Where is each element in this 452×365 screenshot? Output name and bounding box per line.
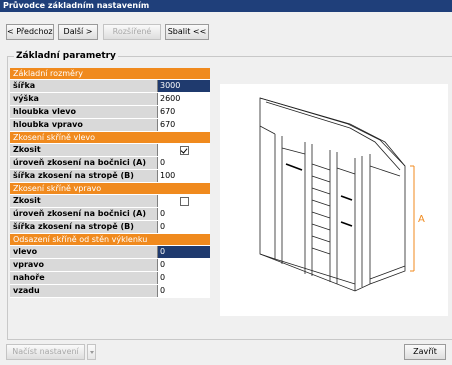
row-label: Zkosit: [10, 144, 158, 156]
grid-row-left-bevel-enable[interactable]: Zkosit: [10, 144, 210, 157]
section-header-niche-offsets: Odsazení skříně od stěn výklenku: [10, 234, 210, 246]
offset-back-value[interactable]: 0: [158, 285, 210, 297]
collapse-button[interactable]: Sbalit <<: [165, 24, 209, 40]
dimension-a-label: A: [418, 214, 425, 225]
row-label: šířka: [10, 80, 158, 92]
next-button[interactable]: Další >: [58, 24, 98, 40]
row-label: vzadu: [10, 285, 158, 297]
property-grid: Základní rozměry šířka 3000 výška 2600 h…: [10, 68, 210, 298]
row-label: hloubka vlevo: [10, 106, 158, 118]
previous-button[interactable]: < Předchozí: [6, 24, 54, 40]
close-button[interactable]: Zavřít: [404, 344, 446, 360]
left-bevel-cell[interactable]: [158, 144, 210, 156]
advanced-button[interactable]: Rozšířené: [103, 24, 161, 40]
offset-left-value[interactable]: 0: [158, 246, 210, 258]
row-label: vlevo: [10, 246, 158, 258]
window-title: Průvodce základním nastavením: [0, 0, 452, 12]
toolbar: < Předchozí Další > Rozšířené Sbalit <<: [0, 24, 452, 40]
load-settings-dropdown-icon[interactable]: [87, 344, 96, 360]
width-value[interactable]: 3000: [158, 80, 210, 92]
left-bevel-ceiling-value[interactable]: 100: [158, 170, 210, 182]
grid-row-right-bevel-enable[interactable]: Zkosit: [10, 195, 210, 208]
row-label: výška: [10, 93, 158, 105]
grid-row-offset-back[interactable]: vzadu 0: [10, 285, 210, 298]
left-bevel-side-value[interactable]: 0: [158, 157, 210, 169]
grid-row-depth-right[interactable]: hloubka vpravo 670: [10, 119, 210, 132]
grid-row-left-bevel-side[interactable]: úroveň zkosení na bočnici (A) 0: [10, 157, 210, 170]
right-bevel-cell[interactable]: [158, 195, 210, 207]
grid-row-right-bevel-ceiling[interactable]: šířka zkosení na stropě (B) 0: [10, 221, 210, 234]
right-bevel-side-value[interactable]: 0: [158, 208, 210, 220]
wardrobe-drawing: A: [259, 97, 425, 292]
row-label: šířka zkosení na stropě (B): [10, 221, 158, 233]
section-header-basic-dimensions: Základní rozměry: [10, 68, 210, 80]
grid-row-depth-left[interactable]: hloubka vlevo 670: [10, 106, 210, 119]
right-bevel-ceiling-value[interactable]: 0: [158, 221, 210, 233]
row-label: vpravo: [10, 259, 158, 271]
grid-row-left-bevel-ceiling[interactable]: šířka zkosení na stropě (B) 100: [10, 170, 210, 183]
right-bevel-checkbox[interactable]: [180, 197, 189, 206]
section-header-left-bevel: Zkosení skříně vlevo: [10, 132, 210, 144]
grid-row-offset-left[interactable]: vlevo 0: [10, 246, 210, 259]
height-value[interactable]: 2600: [158, 93, 210, 105]
wardrobe-preview: A: [220, 84, 448, 316]
grid-row-right-bevel-side[interactable]: úroveň zkosení na bočnici (A) 0: [10, 208, 210, 221]
load-settings-button[interactable]: Načíst nastavení: [6, 344, 85, 360]
grid-row-offset-top[interactable]: nahoře 0: [10, 272, 210, 285]
offset-top-value[interactable]: 0: [158, 272, 210, 284]
section-header-right-bevel: Zkosení skříně vpravo: [10, 183, 210, 195]
row-label: Zkosit: [10, 195, 158, 207]
row-label: šířka zkosení na stropě (B): [10, 170, 158, 182]
grid-row-height[interactable]: výška 2600: [10, 93, 210, 106]
depth-left-value[interactable]: 670: [158, 106, 210, 118]
left-bevel-checkbox[interactable]: [180, 146, 189, 155]
row-label: úroveň zkosení na bočnici (A): [10, 208, 158, 220]
offset-right-value[interactable]: 0: [158, 259, 210, 271]
grid-row-width[interactable]: šířka 3000: [10, 80, 210, 93]
row-label: úroveň zkosení na bočnici (A): [10, 157, 158, 169]
row-label: hloubka vpravo: [10, 119, 158, 131]
row-label: nahoře: [10, 272, 158, 284]
depth-right-value[interactable]: 670: [158, 119, 210, 131]
grid-row-offset-right[interactable]: vpravo 0: [10, 259, 210, 272]
group-title: Základní parametry: [14, 51, 118, 61]
